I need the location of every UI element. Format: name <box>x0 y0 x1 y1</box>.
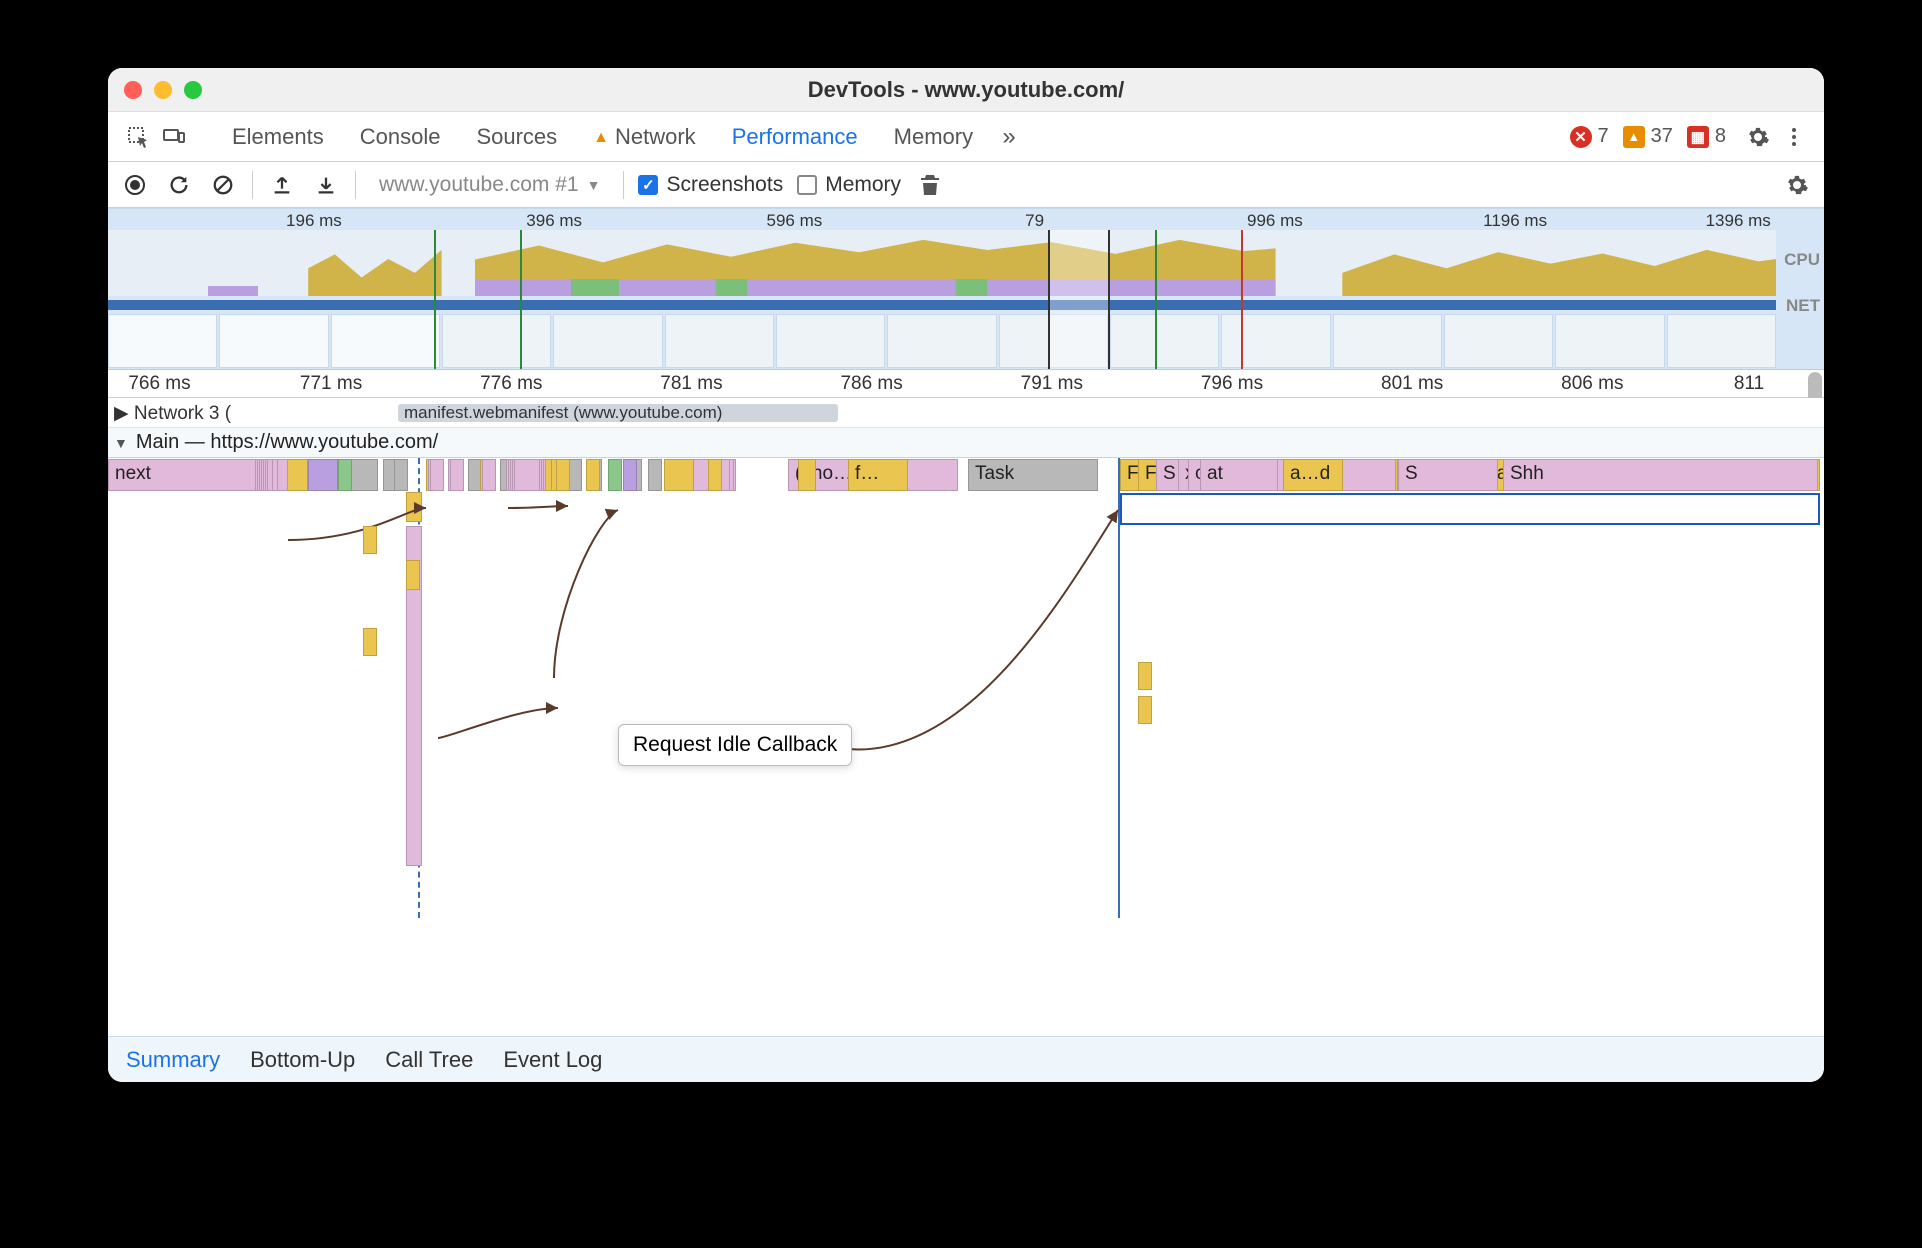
detail-tab-summary[interactable]: Summary <box>126 1047 220 1073</box>
ruler-tick: 781 ms <box>660 373 722 395</box>
main-track-header[interactable]: Main — https://www.youtube.com/ <box>108 428 1824 458</box>
kebab-icon[interactable] <box>1776 119 1812 155</box>
detail-tab-bottomup[interactable]: Bottom-Up <box>250 1047 355 1073</box>
network-item[interactable]: manifest.webmanifest (www.youtube.com) <box>398 404 838 422</box>
overview-cpu <box>108 230 1776 296</box>
ov-tick: 1396 ms <box>1706 211 1771 231</box>
more-tabs-icon[interactable] <box>991 119 1027 155</box>
titlebar: DevTools - www.youtube.com/ <box>108 68 1824 112</box>
download-icon[interactable] <box>311 170 341 200</box>
ruler-tick: 796 ms <box>1201 373 1263 395</box>
issue-count-value: 8 <box>1715 125 1726 148</box>
memory-checkbox[interactable]: Memory <box>797 173 901 197</box>
error-count-value: 7 <box>1598 125 1609 148</box>
tooltip-text: Request Idle Callback <box>633 733 837 756</box>
flame-cell[interactable]: S <box>1398 459 1498 491</box>
flame-cell[interactable] <box>1138 662 1152 690</box>
devtools-window: DevTools - www.youtube.com/ Elements Con… <box>108 68 1824 1082</box>
ov-tick: 396 ms <box>526 211 582 231</box>
detail-tab-calltree[interactable]: Call Tree <box>385 1047 473 1073</box>
tab-console[interactable]: Console <box>342 124 459 150</box>
profile-dropdown-label: www.youtube.com #1 <box>379 173 579 197</box>
record-icon[interactable] <box>120 170 150 200</box>
ruler-tick: 771 ms <box>300 373 362 395</box>
ruler-tick: 766 ms <box>128 373 190 395</box>
clear-icon[interactable] <box>208 170 238 200</box>
close-icon[interactable] <box>124 81 142 99</box>
expand-icon[interactable]: ▶ <box>114 403 129 424</box>
perf-toolbar: www.youtube.com #1▼ Screenshots Memory <box>108 162 1824 208</box>
ov-tick: 196 ms <box>286 211 342 231</box>
settings-icon[interactable] <box>1740 119 1776 155</box>
tracks-area: ▶ Network 3 ( manifest.webmanifest (www.… <box>108 398 1824 948</box>
ruler-tick: 786 ms <box>840 373 902 395</box>
overview-cpu-label: CPU <box>1784 250 1820 270</box>
ruler-tick: 776 ms <box>480 373 542 395</box>
upload-icon[interactable] <box>267 170 297 200</box>
inspect-icon[interactable] <box>120 119 156 155</box>
traffic-lights <box>124 81 202 99</box>
flame-cell[interactable]: next <box>108 459 256 491</box>
detail-ruler[interactable]: 766 ms 771 ms 776 ms 781 ms 786 ms 791 m… <box>108 370 1824 398</box>
overview-selection[interactable] <box>1048 230 1110 369</box>
warning-count[interactable]: 37 <box>1623 125 1673 148</box>
memory-label: Memory <box>825 173 901 197</box>
flame-cell[interactable] <box>406 560 420 590</box>
profile-dropdown[interactable]: www.youtube.com #1▼ <box>370 170 609 200</box>
overview-net <box>108 300 1776 310</box>
overview-pane[interactable]: CPU NET <box>108 230 1824 370</box>
ruler-tick: 806 ms <box>1561 373 1623 395</box>
issue-count[interactable]: ▦8 <box>1687 125 1726 148</box>
flame-chart[interactable]: Task T… Task Task Task Anima <box>108 458 1824 918</box>
tab-network[interactable]: Network <box>575 124 714 150</box>
flame-cell[interactable] <box>363 628 377 656</box>
selected-frame <box>1120 493 1820 525</box>
ov-tick: 79 <box>1025 211 1044 231</box>
capture-settings-icon[interactable] <box>1782 170 1812 200</box>
flame-cell[interactable]: Shh <box>1503 459 1818 491</box>
overview-ruler[interactable]: 196 ms 396 ms 596 ms 79 996 ms 1196 ms 1… <box>108 208 1824 230</box>
collect-garbage-icon[interactable] <box>915 170 945 200</box>
network-track-title: Network 3 ( <box>134 403 231 424</box>
network-track[interactable]: ▶ Network 3 ( manifest.webmanifest (www.… <box>108 398 1824 428</box>
detail-tab-eventlog[interactable]: Event Log <box>503 1047 602 1073</box>
reload-icon[interactable] <box>164 170 194 200</box>
detail-tabs: Summary Bottom-Up Call Tree Event Log <box>108 1036 1824 1082</box>
main-track-title: Main — https://www.youtube.com/ <box>136 431 438 454</box>
flame-cell[interactable] <box>1138 696 1152 724</box>
flame-cell[interactable]: at <box>1200 459 1278 491</box>
window-title: DevTools - www.youtube.com/ <box>108 77 1824 103</box>
tab-sources[interactable]: Sources <box>458 124 575 150</box>
tab-performance[interactable]: Performance <box>714 124 876 150</box>
tab-memory[interactable]: Memory <box>876 124 991 150</box>
ov-tick: 1196 ms <box>1483 211 1547 231</box>
overview-net-label: NET <box>1786 296 1820 316</box>
flame-cell[interactable] <box>363 526 377 554</box>
error-count[interactable]: ✕7 <box>1570 125 1609 148</box>
ruler-tick: 801 ms <box>1381 373 1443 395</box>
warning-count-value: 37 <box>1651 125 1673 148</box>
ov-tick: 596 ms <box>767 211 823 231</box>
ov-tick: 996 ms <box>1247 211 1303 231</box>
tab-elements[interactable]: Elements <box>214 124 342 150</box>
flame-tooltip: Request Idle Callback <box>618 724 852 766</box>
flame-cell[interactable] <box>406 492 422 522</box>
minimize-icon[interactable] <box>154 81 172 99</box>
panel-tabs: Elements Console Sources Network Perform… <box>108 112 1824 162</box>
screenshots-label: Screenshots <box>666 173 783 197</box>
zoom-icon[interactable] <box>184 81 202 99</box>
screenshots-checkbox[interactable]: Screenshots <box>638 173 783 197</box>
device-icon[interactable] <box>156 119 192 155</box>
ruler-tick: 791 ms <box>1021 373 1083 395</box>
overview-filmstrip <box>108 314 1776 368</box>
